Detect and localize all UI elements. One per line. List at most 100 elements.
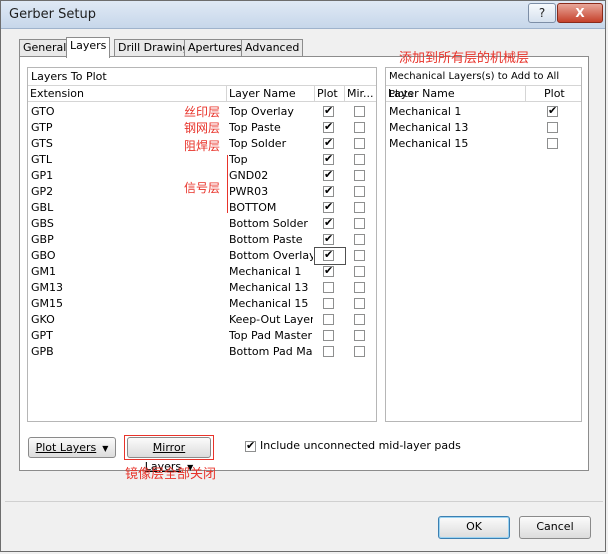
mechanical-title: Mechanical Layers(s) to Add to All Plots [386,68,581,100]
gerber-setup-window: Gerber Setup ? X General Layers Drill Dr… [0,0,606,552]
plot-checkbox[interactable] [323,264,334,277]
layer-name: Mechanical 1 [229,265,302,278]
plot-checkbox[interactable] [323,330,334,341]
layer-name: Mechanical 15 [229,297,309,310]
layer-extension: GKO [31,313,55,326]
mirror-checkbox[interactable] [354,330,365,341]
mech-plot-checkbox[interactable] [547,104,558,117]
layer-extension: GTS [31,137,53,150]
layer-name: Bottom Pad Master [229,345,313,358]
signal-bracket [227,155,228,213]
layer-name: Top Pad Master [229,329,312,342]
layer-name: BOTTOM [229,201,277,214]
annotation-signal: 信号层 [184,181,221,195]
mech-layer-name: Mechanical 15 [389,137,469,150]
mirror-checkbox[interactable] [354,314,365,325]
layer-extension: GP1 [31,169,54,182]
chevron-down-icon: ▼ [102,444,109,453]
plot-checkbox[interactable] [323,184,334,197]
tab-drill-drawing[interactable]: Drill Drawing [114,39,194,57]
layers-to-plot-title: Layers To Plot [28,68,376,86]
plot-checkbox[interactable] [323,152,334,165]
layer-extension: GP2 [31,185,54,198]
window-title: Gerber Setup [9,7,96,22]
mirror-checkbox[interactable] [354,186,365,197]
mirror-checkbox[interactable] [354,346,365,357]
layer-extension: GM1 [31,265,57,278]
layer-extension: GBL [31,201,54,214]
plot-checkbox[interactable] [323,104,334,117]
mirror-checkbox[interactable] [354,202,365,213]
mirror-highlight-frame [124,435,214,460]
mirror-checkbox[interactable] [354,170,365,181]
mirror-checkbox[interactable] [354,122,365,133]
col-plot[interactable]: Plot [315,86,345,102]
tab-apertures[interactable]: Apertures [184,39,246,57]
mech-col-layer-name[interactable]: Layer Name [386,86,526,102]
mirror-checkbox[interactable] [354,154,365,165]
mech-plot-checkbox[interactable] [547,138,558,149]
plot-checkbox[interactable] [323,216,334,229]
plot-checkbox[interactable] [323,314,334,325]
annotation-mech-all: 添加到所有层的机械层 [399,51,530,66]
tab-advanced[interactable]: Advanced [241,39,304,57]
cancel-button[interactable]: Cancel [519,516,591,539]
plot-checkbox[interactable] [323,120,334,133]
footer-divider [5,501,603,502]
help-button[interactable]: ? [528,3,556,23]
plot-checkbox[interactable] [323,136,334,149]
plot-checkbox[interactable] [323,282,334,293]
layer-name: Keep-Out Layer [229,313,313,326]
col-mirror[interactable]: Mir... [345,86,376,102]
tab-general[interactable]: General [19,39,71,57]
mech-plot-checkbox[interactable] [547,122,558,133]
tab-layers[interactable]: Layers [66,37,111,58]
ok-button[interactable]: OK [438,516,510,539]
plot-layers-button[interactable]: Plot Layers ▼ [28,437,116,458]
mech-layer-name: Mechanical 13 [389,121,469,134]
plot-checkbox[interactable] [323,346,334,357]
layer-name: Mechanical 13 [229,281,309,294]
plot-layers-label: Plot Layers [35,441,97,454]
mirror-checkbox[interactable] [354,106,365,117]
mech-layer-name: Mechanical 1 [389,105,462,118]
layer-extension: GPT [31,329,53,342]
layer-name: Top [229,153,248,166]
layer-extension: GTP [31,121,53,134]
mirror-checkbox[interactable] [354,298,365,309]
mirror-checkbox[interactable] [354,218,365,229]
layer-name: Top Paste [229,121,281,134]
layer-extension: GM15 [31,297,64,310]
annotation-paste: 钢网层 [184,121,221,135]
include-pads-checkbox[interactable] [245,439,256,452]
mirror-checkbox[interactable] [354,138,365,149]
mirror-checkbox[interactable] [354,250,365,261]
layer-extension: GPB [31,345,54,358]
mech-col-plot[interactable]: Plot [526,86,581,102]
layer-extension: GTL [31,153,52,166]
plot-checkbox[interactable] [323,232,334,245]
layer-name: Top Solder [229,137,287,150]
plot-checkbox[interactable] [323,298,334,309]
col-layer-name[interactable]: Layer Name [227,86,315,102]
layer-extension: GBS [31,217,54,230]
layer-name: Top Overlay [229,105,294,118]
mirror-checkbox[interactable] [354,266,365,277]
title-bar[interactable]: Gerber Setup ? X [1,1,605,29]
annotation-mirror-off: 镜像层全部关闭 [125,467,217,482]
layer-extension: GBP [31,233,54,246]
layer-name: GND02 [229,169,269,182]
close-button[interactable]: X [557,3,603,23]
layer-name: Bottom Paste [229,233,303,246]
layer-name: Bottom Solder [229,217,308,230]
plot-checkbox[interactable] [323,200,334,213]
mechanical-layers-group: Mechanical Layers(s) to Add to All Plots… [385,67,582,422]
mirror-checkbox[interactable] [354,282,365,293]
include-pads-label: Include unconnected mid-layer pads [260,439,461,452]
annotation-solder: 阻焊层 [184,139,221,153]
mirror-checkbox[interactable] [354,234,365,245]
layer-name: PWR03 [229,185,269,198]
annotation-silkscreen: 丝印层 [184,105,221,119]
col-extension[interactable]: Extension [28,86,227,102]
plot-checkbox[interactable] [323,168,334,181]
